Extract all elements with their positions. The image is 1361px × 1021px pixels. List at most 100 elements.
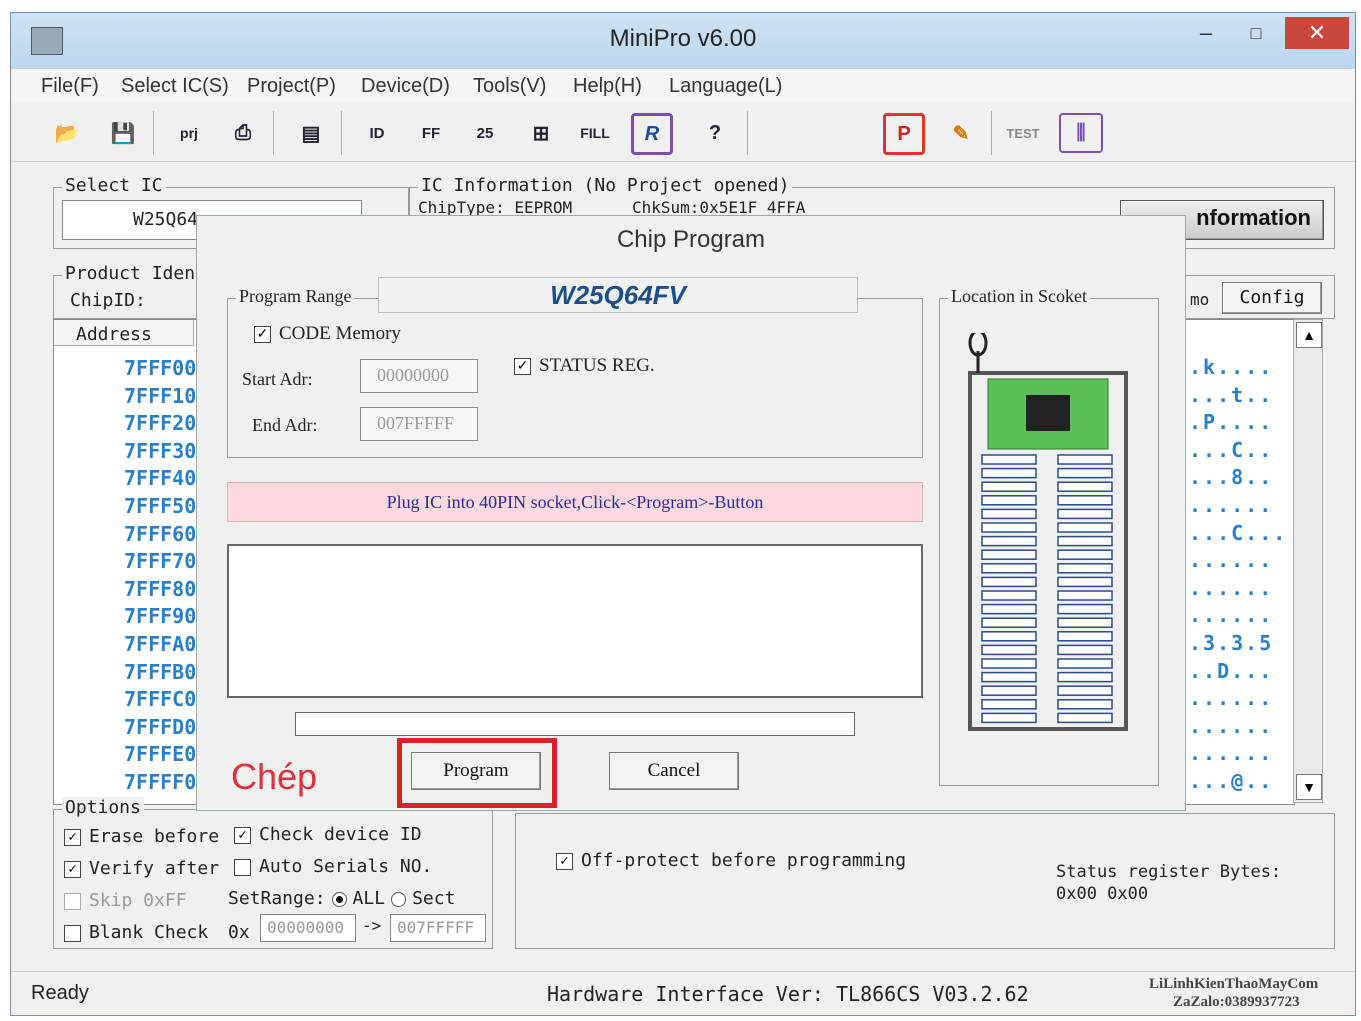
hex-row-ascii: ......	[1189, 603, 1274, 628]
socket-pin	[1057, 549, 1113, 560]
address-header: Address	[54, 320, 194, 346]
off-protect-checkbox[interactable]: ✓ Off-protect before programming	[556, 850, 906, 871]
socket-label: Location in Scoket	[948, 286, 1090, 307]
log-output	[227, 544, 923, 698]
start-address-field[interactable]: 00000000	[360, 359, 478, 393]
all-radio[interactable]	[331, 891, 347, 907]
range-from-input[interactable]: 00000000	[260, 914, 356, 942]
socket-pin	[1057, 508, 1113, 520]
verify-icon[interactable]: FF	[411, 113, 451, 153]
menu-select-ic[interactable]: Select IC(S)	[121, 75, 229, 98]
toolbar: 📂 💾 prj ⎙ ▤ ID FF 25 ⊞ FILL R ? P ✎ TEST…	[11, 103, 1355, 162]
program-button[interactable]: Program	[411, 752, 541, 790]
socket-pin	[981, 508, 1037, 520]
socket-pin	[1057, 495, 1113, 506]
socket-pin	[1057, 481, 1113, 492]
socket-pin	[1057, 563, 1113, 574]
end-address-field[interactable]: 007FFFFF	[360, 407, 478, 441]
progress-bar	[295, 712, 855, 736]
socket-pin	[1057, 590, 1113, 601]
hex-scrollbar[interactable]: ▲ ▼	[1293, 319, 1323, 803]
auto-serials-checkbox[interactable]: Auto Serials NO.	[234, 856, 432, 877]
ic-info-label: IC Information (No Project opened)	[418, 175, 793, 196]
erase-before-checkbox[interactable]: ✓ Erase before	[64, 826, 219, 847]
hex-row-ascii: ...@..	[1189, 769, 1274, 793]
open-project-icon[interactable]: prj	[169, 113, 209, 153]
skip-ff-checkbox[interactable]: Skip 0xFF	[64, 890, 187, 911]
hex-row-ascii: ......	[1189, 493, 1274, 517]
edit-icon[interactable]: ✎	[941, 113, 981, 153]
range-prefix: 0x	[228, 922, 250, 943]
fill-icon[interactable]: FILL	[575, 113, 615, 153]
hex-row-ascii: ......	[1189, 686, 1274, 711]
socket-pin	[1057, 685, 1113, 696]
range-to-input[interactable]: 007FFFFF	[390, 914, 486, 942]
dialog-title: Chip Program	[616, 226, 766, 253]
close-button[interactable]: ✕	[1285, 17, 1349, 49]
status-ready: Ready	[31, 982, 89, 1004]
chip-name-label: W25Q64FV	[378, 277, 858, 313]
socket-pin	[981, 685, 1037, 696]
sect-radio[interactable]	[391, 891, 407, 907]
hex-row-ascii: ...8..	[1189, 465, 1274, 490]
socket-pin	[981, 590, 1037, 601]
menu-help[interactable]: Help(H)	[573, 75, 642, 98]
help-icon[interactable]: ?	[695, 113, 735, 153]
verify-after-checkbox[interactable]: ✓ Verify after	[64, 858, 219, 879]
open-icon[interactable]: 📂	[47, 113, 87, 153]
test-icon[interactable]: TEST	[1003, 113, 1043, 153]
status-bar: Ready Hardware Interface Ver: TL866CS V0…	[11, 971, 1355, 1015]
menu-device[interactable]: Device(D)	[361, 75, 450, 98]
socket-icon[interactable]: ⫼	[1059, 113, 1103, 153]
socket-pin	[1057, 617, 1113, 628]
maximize-button[interactable]: □	[1236, 17, 1276, 49]
socket-pin	[1057, 467, 1113, 479]
main-window: MiniPro v6.00 – □ ✕ File(F) Select IC(S)…	[10, 12, 1356, 1016]
config-button[interactable]: Config	[1222, 282, 1322, 314]
options-label: Options	[62, 797, 144, 818]
socket-pin	[981, 631, 1037, 642]
socket-pin	[1057, 671, 1113, 683]
socket-group: Location in Scoket	[939, 286, 1159, 786]
minimize-button[interactable]: –	[1186, 17, 1226, 49]
code-memory-checkbox[interactable]: ✓ CODE Memory	[254, 323, 401, 345]
encrypt-icon[interactable]: P	[883, 113, 925, 155]
cancel-button[interactable]: Cancel	[609, 752, 739, 790]
hex-row-ascii: ......	[1189, 548, 1274, 573]
socket-pin	[981, 454, 1037, 465]
erase-icon[interactable]: ⊞	[521, 113, 561, 153]
status-reg-checkbox[interactable]: ✓ STATUS REG.	[514, 355, 655, 377]
check-device-id-checkbox[interactable]: ✓ Check device ID	[234, 824, 422, 845]
hex-row-ascii: ......	[1189, 575, 1274, 600]
watermark-line-2: ZaZalo:0389937723	[1173, 994, 1300, 1010]
chip-info-icon[interactable]: ▤	[291, 113, 331, 153]
program-icon[interactable]: R	[631, 113, 673, 155]
socket-pin	[981, 563, 1037, 574]
socket-pin	[981, 549, 1037, 560]
scroll-down-icon[interactable]: ▼	[1296, 774, 1322, 800]
hex-row-ascii: ...C..	[1189, 437, 1274, 462]
menu-tools[interactable]: Tools(V)	[473, 75, 546, 98]
socket-pin	[981, 603, 1037, 615]
socket-pin	[981, 617, 1037, 628]
blank-check-icon[interactable]: 25	[465, 113, 505, 153]
socket-pin	[1057, 699, 1113, 710]
menu-project[interactable]: Project(P)	[247, 75, 336, 98]
hex-row-ascii: ...C...	[1189, 520, 1288, 545]
save-project-icon[interactable]: ⎙	[223, 113, 263, 153]
program-range-group: Program Range W25Q64FV ✓ CODE Memory ✓ STA…	[227, 277, 923, 458]
demo-label: mo	[1190, 290, 1210, 309]
blank-check-checkbox[interactable]: Blank Check	[64, 922, 208, 943]
menu-language[interactable]: Language(L)	[669, 75, 782, 98]
socket-pin	[981, 481, 1037, 492]
socket-pin	[981, 644, 1037, 656]
socket-pin	[1057, 712, 1113, 724]
scroll-up-icon[interactable]: ▲	[1296, 322, 1322, 348]
options-group: Options ✓ Erase before ✓ Check device ID ✓…	[53, 797, 493, 949]
menu-file[interactable]: File(F)	[41, 75, 99, 98]
socket-pin	[1057, 576, 1113, 588]
read-icon[interactable]: ID	[357, 113, 397, 153]
socket-pin	[981, 699, 1037, 710]
status-register-label: Status register Bytes:	[1056, 862, 1282, 882]
save-icon[interactable]: 💾	[103, 113, 143, 153]
